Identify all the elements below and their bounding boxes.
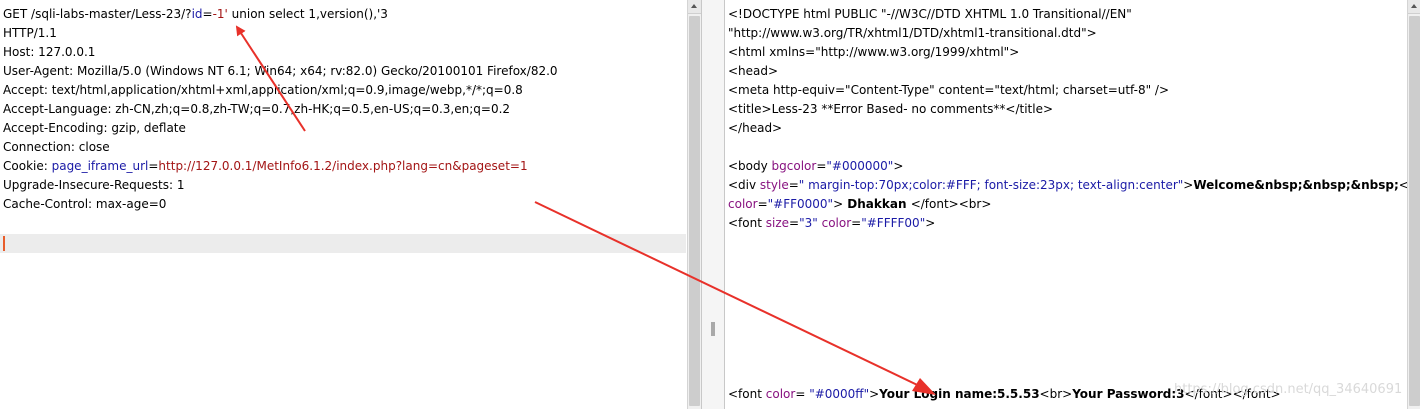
arrow-to-result	[534, 201, 933, 393]
annotation-arrows	[235, 25, 936, 395]
arrow-head-result	[912, 378, 936, 395]
arrow-to-payload	[235, 25, 306, 132]
